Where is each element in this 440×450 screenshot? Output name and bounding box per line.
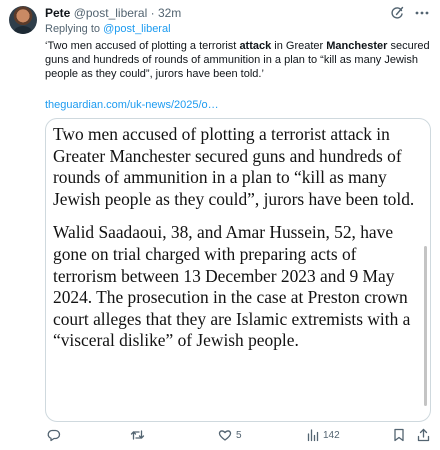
article-scrollbar (424, 246, 427, 406)
action-bar: 5 142 (45, 428, 430, 444)
avatar[interactable] (9, 6, 37, 34)
tweet-text-highlight: attack (239, 40, 272, 52)
views-button[interactable]: 142 (307, 428, 340, 442)
grok-icon[interactable] (389, 5, 405, 21)
more-icon[interactable] (414, 5, 430, 21)
like-icon (218, 428, 232, 442)
like-button[interactable]: 5 (218, 428, 242, 442)
retweet-button[interactable] (130, 428, 149, 442)
replying-to: Replying to @post_liberal (45, 23, 171, 35)
article-paragraph: Two men accused of plotting a terrorist … (53, 124, 415, 209)
article-screenshot[interactable]: Two men accused of plotting a terrorist … (45, 118, 431, 422)
replying-label: Replying to (45, 23, 101, 35)
bookmark-icon (393, 428, 405, 442)
tweet-text-part: in Greater (271, 40, 327, 52)
replying-handle[interactable]: @post_liberal (103, 23, 170, 35)
author-name[interactable]: Pete (45, 6, 70, 20)
tweet-header: Pete @post_liberal · 32m (45, 6, 181, 20)
tweet-text-highlight: Manchester (326, 40, 388, 52)
tweet-text: ‘Two men accused of plotting a terrorist… (45, 39, 430, 81)
author-handle[interactable]: @post_liberal (74, 6, 148, 20)
share-icon (417, 428, 430, 442)
article-body: Two men accused of plotting a terrorist … (53, 124, 416, 414)
view-count: 142 (323, 429, 340, 441)
bookmark-button[interactable] (393, 428, 405, 442)
header-icons (389, 5, 430, 21)
article-link[interactable]: theguardian.com/uk-news/2025/o… (45, 99, 219, 111)
tweet-time[interactable]: 32m (158, 6, 181, 20)
retweet-icon (130, 428, 145, 442)
share-button[interactable] (417, 428, 430, 442)
like-count: 5 (236, 429, 242, 441)
views-icon (307, 428, 319, 442)
reply-icon (47, 428, 61, 442)
separator-dot: · (150, 6, 155, 20)
reply-button[interactable] (47, 428, 65, 442)
article-paragraph: Walid Saadaoui, 38, and Amar Hussein, 52… (53, 222, 411, 351)
tweet-text-part: ‘Two men accused of plotting a terrorist (45, 40, 240, 52)
